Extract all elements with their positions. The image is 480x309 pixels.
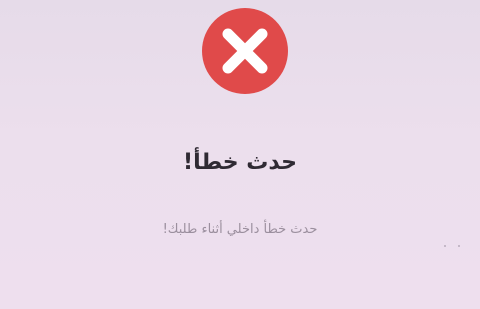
error-message: حدث خطأ داخلي أثناء طلبك! xyxy=(162,222,318,237)
error-title: حدث خطأ! xyxy=(183,150,297,175)
decorative-dots xyxy=(442,243,466,249)
error-x-icon xyxy=(202,8,288,94)
error-screen: حدث خطأ! حدث خطأ داخلي أثناء طلبك! xyxy=(0,0,480,309)
